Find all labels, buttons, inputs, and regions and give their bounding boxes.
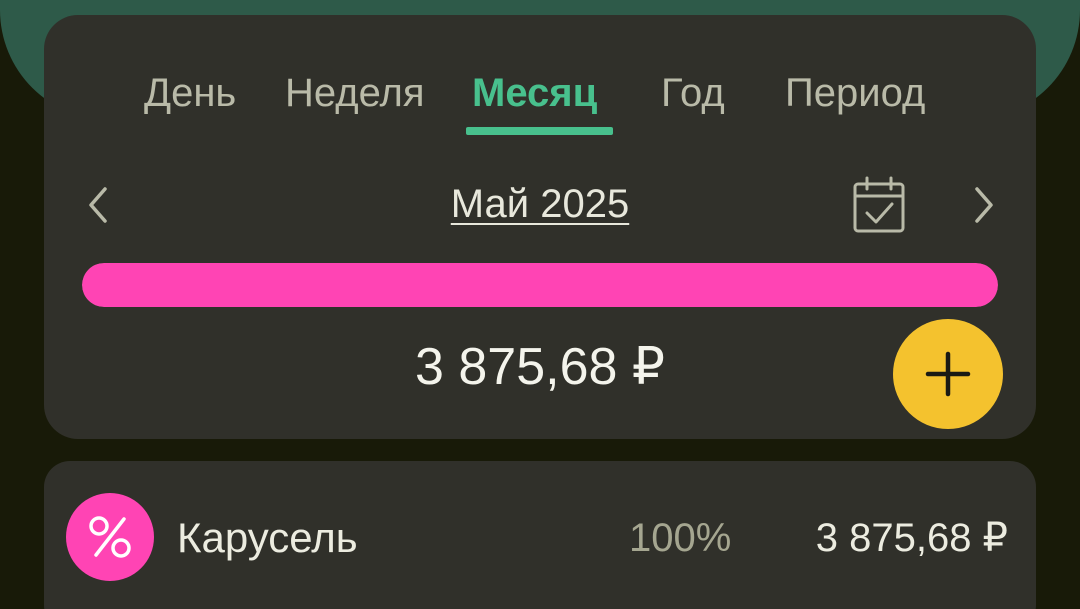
category-amount: 3 875,68 ₽: [815, 516, 1008, 560]
tab-period[interactable]: Период: [785, 73, 925, 113]
period-tabs: День Неделя Месяц Год Период: [44, 73, 1036, 143]
spending-progress-fill: [82, 263, 998, 307]
category-row[interactable]: Карусель 100% 3 875,68 ₽: [44, 461, 1036, 609]
expense-screen: День Неделя Месяц Год Период Май 2025 3 …: [0, 0, 1080, 609]
tab-year[interactable]: Год: [661, 73, 725, 113]
category-icon: [66, 493, 154, 581]
tab-month[interactable]: Месяц: [472, 73, 597, 113]
summary-card: День Неделя Месяц Год Период Май 2025 3 …: [44, 15, 1036, 439]
spending-progress-bar: [82, 263, 998, 307]
tab-day[interactable]: День: [144, 73, 236, 113]
category-percent: 100%: [629, 516, 732, 560]
total-amount: 3 875,68 ₽: [415, 338, 665, 396]
plus-icon: [925, 351, 971, 397]
chevron-right-icon[interactable]: [962, 185, 1002, 225]
active-tab-indicator: [466, 127, 613, 135]
current-period-label[interactable]: Май 2025: [451, 182, 629, 226]
percent-icon: [89, 516, 131, 558]
tab-week[interactable]: Неделя: [285, 73, 425, 113]
add-expense-button[interactable]: [893, 319, 1003, 429]
chevron-left-icon[interactable]: [80, 185, 120, 225]
calendar-check-icon[interactable]: [852, 176, 906, 234]
category-name: Карусель: [177, 514, 358, 561]
